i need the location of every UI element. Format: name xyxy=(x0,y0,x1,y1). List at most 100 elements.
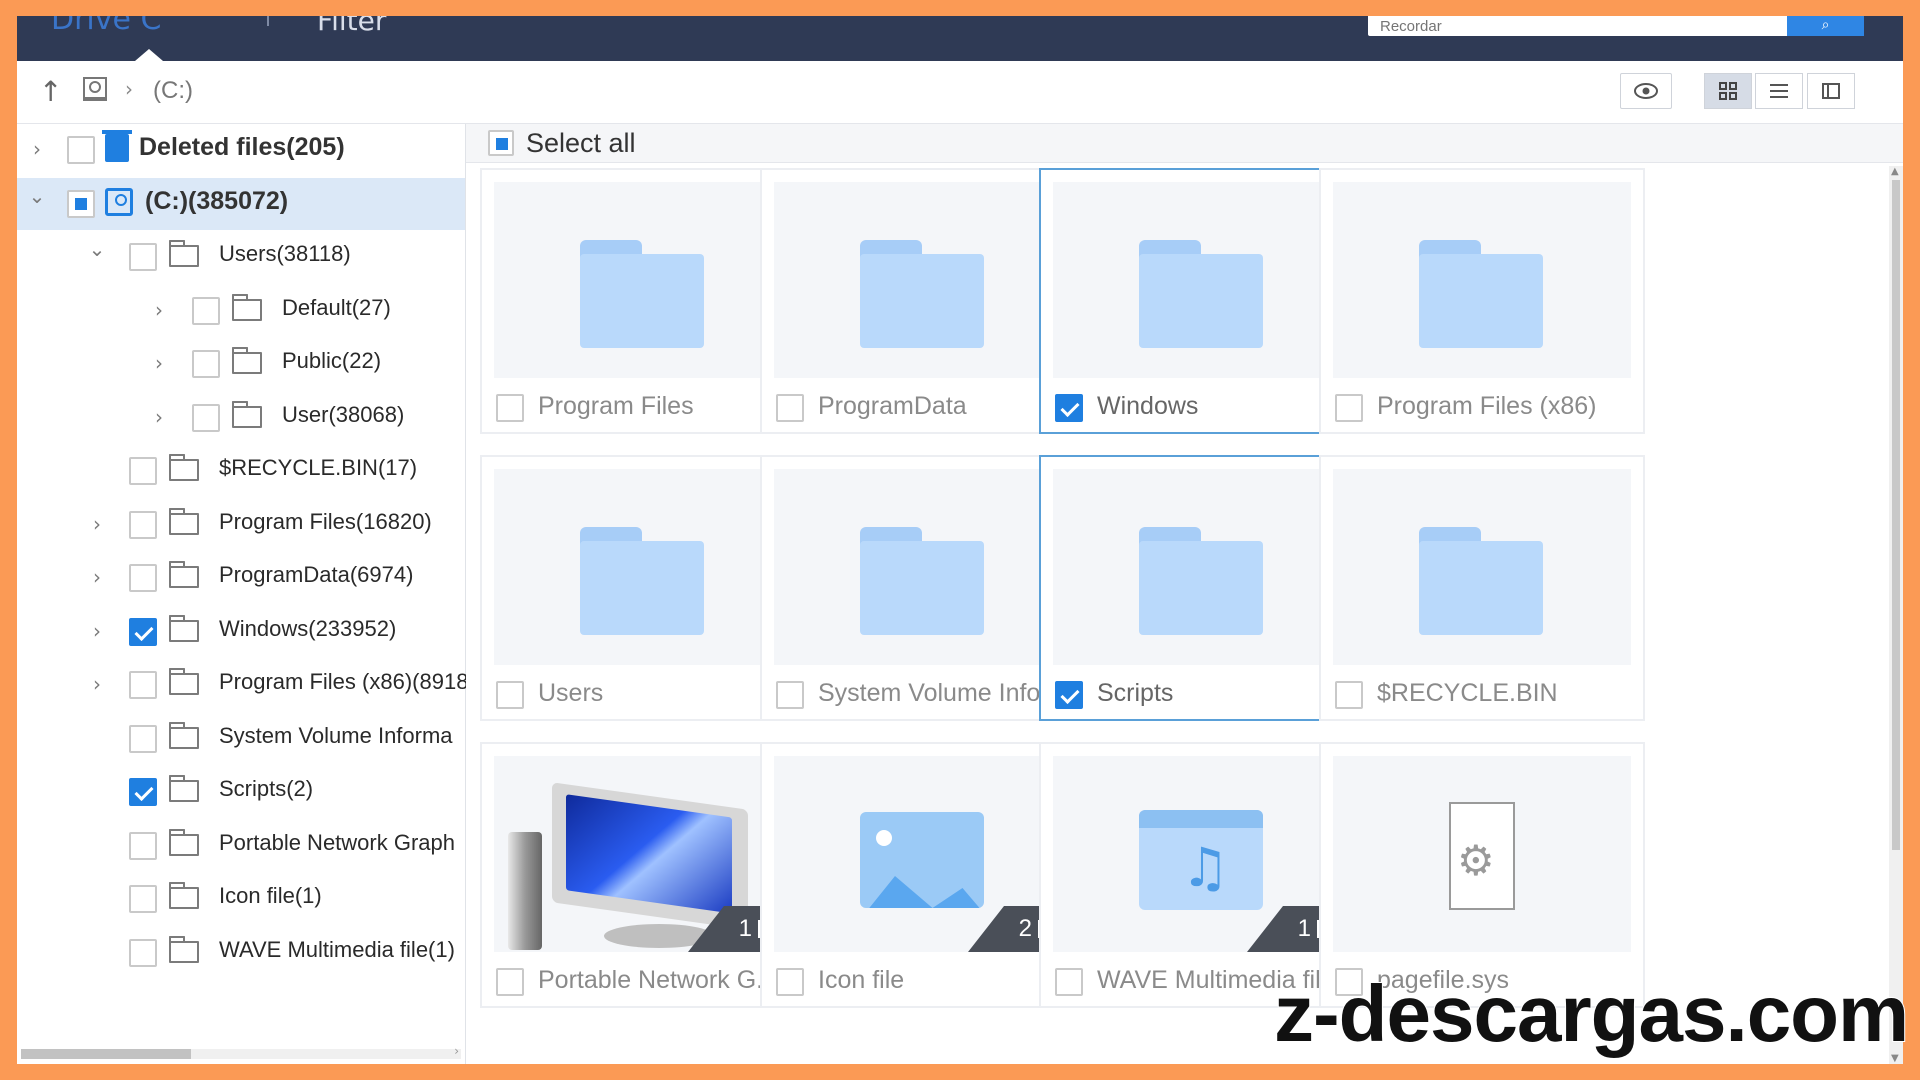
tree-item-checkbox[interactable] xyxy=(129,617,157,646)
thumbnail: ⚙ xyxy=(1333,756,1631,952)
thumbnail xyxy=(774,182,1072,378)
preview-pane-button[interactable] xyxy=(1807,73,1855,109)
breadcrumb-path[interactable]: (C:) xyxy=(153,77,193,105)
thumbnail xyxy=(774,469,1072,665)
tree-item-checkbox[interactable] xyxy=(67,136,95,164)
tree-item-checkbox[interactable] xyxy=(129,885,157,913)
search-box[interactable] xyxy=(1368,16,1828,37)
tree-item-checkbox[interactable] xyxy=(129,457,157,485)
tree-item[interactable]: › User(38068) xyxy=(17,392,465,444)
scrollbar-thumb[interactable] xyxy=(1892,180,1900,850)
tree-item-checkbox[interactable] xyxy=(192,296,220,325)
list-view-icon xyxy=(1770,84,1788,98)
thumbnail: 1 xyxy=(494,756,792,952)
folder-icon xyxy=(169,935,199,963)
tree-item-checkbox[interactable] xyxy=(67,189,95,218)
select-all-bar: Select all xyxy=(466,124,1903,163)
tree-item[interactable]: › Program Files (x86)(8918 xyxy=(17,659,468,711)
grid-view-button[interactable] xyxy=(1704,73,1752,109)
tree-item-checkbox[interactable] xyxy=(129,831,157,860)
tree-item-checkbox[interactable] xyxy=(129,243,157,271)
vertical-scrollbar[interactable]: ▲ ▼ xyxy=(1889,166,1903,1064)
tree-item[interactable]: › ProgramData(6974) xyxy=(17,552,465,604)
scroll-up-icon[interactable]: ▲ xyxy=(1891,166,1899,177)
file-card-checkbox[interactable] xyxy=(1055,681,1083,709)
file-card-checkbox[interactable] xyxy=(776,394,804,422)
file-card[interactable]: Program Files xyxy=(480,168,806,434)
tree-item-checkbox[interactable] xyxy=(192,403,220,432)
file-card-name: Icon file xyxy=(818,966,905,994)
file-card-checkbox[interactable] xyxy=(1335,394,1363,422)
expand-chevron-icon[interactable]: › xyxy=(87,565,107,589)
expand-chevron-icon[interactable]: › xyxy=(27,137,47,161)
tree-item-label: ProgramData(6974) xyxy=(219,562,414,587)
sidebar-horizontal-scrollbar[interactable]: › xyxy=(21,1044,461,1059)
tree-item[interactable]: $RECYCLE.BIN(17) xyxy=(17,445,465,497)
tree-item[interactable]: Portable Network Graph xyxy=(17,820,465,872)
file-card[interactable]: Windows xyxy=(1039,168,1365,434)
scroll-right-icon[interactable]: › xyxy=(454,1044,459,1058)
tree-item[interactable]: Scripts(2) xyxy=(17,766,465,818)
tree-item[interactable]: ⌄ Users(38118) xyxy=(17,231,465,283)
list-view-button[interactable] xyxy=(1755,73,1803,109)
file-card[interactable]: Scripts xyxy=(1039,455,1365,721)
search-button[interactable]: ⌕ xyxy=(1787,16,1864,36)
file-card-checkbox[interactable] xyxy=(496,394,524,422)
select-all-checkbox[interactable] xyxy=(488,130,514,156)
expand-chevron-icon[interactable]: › xyxy=(149,351,169,375)
file-card[interactable]: 1 Portable Network G... xyxy=(480,742,806,1008)
file-count: 1 xyxy=(738,915,752,942)
tree-item-checkbox[interactable] xyxy=(129,778,157,806)
preview-eye-button[interactable] xyxy=(1620,73,1672,109)
collapse-chevron-icon[interactable]: ⌄ xyxy=(27,184,47,208)
file-card-checkbox[interactable] xyxy=(1055,968,1083,996)
tree-item[interactable]: › Windows(233952) xyxy=(17,606,465,658)
tree-item-checkbox[interactable] xyxy=(192,350,220,378)
expand-chevron-icon[interactable]: › xyxy=(149,298,169,322)
expand-chevron-icon[interactable]: › xyxy=(149,405,169,429)
tree-item[interactable]: ⌄ (C:)(385072) xyxy=(17,177,465,230)
drive-tab-label[interactable]: Drive C xyxy=(51,16,161,37)
trash-icon xyxy=(102,130,132,162)
tree-item-checkbox[interactable] xyxy=(129,938,157,967)
tree-item-checkbox[interactable] xyxy=(129,724,157,753)
filter-button[interactable]: Filter xyxy=(317,16,386,37)
file-card[interactable]: 2 Icon file xyxy=(760,742,1086,1008)
breadcrumb-chevron-icon: › xyxy=(125,77,133,101)
folder-icon xyxy=(232,347,262,374)
tree-item[interactable]: Icon file(1) xyxy=(17,873,465,925)
up-arrow-icon[interactable]: ↑ xyxy=(39,75,62,108)
folder-icon xyxy=(1139,240,1263,348)
expand-chevron-icon[interactable]: › xyxy=(87,619,107,643)
tree-item[interactable]: › Deleted files(205) xyxy=(17,124,465,176)
tree-item[interactable]: WAVE Multimedia file(1) xyxy=(17,927,465,979)
thumbnail xyxy=(1333,182,1631,378)
file-card-checkbox[interactable] xyxy=(776,968,804,996)
tree-item[interactable]: › Program Files(16820) xyxy=(17,499,465,551)
select-all-label[interactable]: Select all xyxy=(526,128,636,159)
tree-item-checkbox[interactable] xyxy=(129,671,157,699)
file-card-checkbox[interactable] xyxy=(496,681,524,709)
file-card[interactable]: ProgramData xyxy=(760,168,1086,434)
file-card[interactable]: Program Files (x86) xyxy=(1319,168,1645,434)
tree-item-checkbox[interactable] xyxy=(129,564,157,592)
file-card-checkbox[interactable] xyxy=(1055,394,1083,422)
expand-chevron-icon[interactable]: › xyxy=(87,512,107,536)
file-count: 1 xyxy=(1297,915,1311,942)
tree-item-checkbox[interactable] xyxy=(129,510,157,539)
expand-chevron-icon[interactable]: › xyxy=(87,672,107,696)
file-card-checkbox[interactable] xyxy=(496,968,524,996)
tree-item[interactable]: › Public(22) xyxy=(17,338,465,390)
file-card[interactable]: Users xyxy=(480,455,806,721)
app-window: Drive C Filter ⌕ ↑ › (C:) › Deleted files… xyxy=(17,16,1903,1064)
collapse-chevron-icon[interactable]: ⌄ xyxy=(87,237,107,261)
tree-item[interactable]: › Default(27) xyxy=(17,285,465,337)
file-card-checkbox[interactable] xyxy=(776,681,804,709)
file-card-checkbox[interactable] xyxy=(1335,681,1363,709)
file-card[interactable]: System Volume Info... xyxy=(760,455,1086,721)
scrollbar-thumb[interactable] xyxy=(21,1049,191,1059)
search-input[interactable] xyxy=(1368,16,1828,37)
folder-icon xyxy=(1419,527,1543,635)
file-card[interactable]: $RECYCLE.BIN xyxy=(1319,455,1645,721)
tree-item[interactable]: System Volume Informa xyxy=(17,713,465,765)
